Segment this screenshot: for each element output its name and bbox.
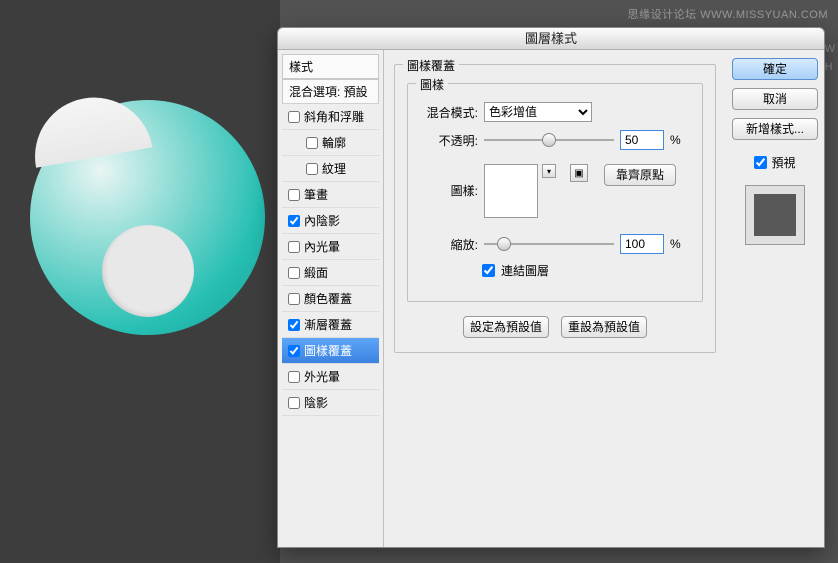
- style-satin-label: 緞面: [304, 264, 328, 281]
- link-layer-check[interactable]: [482, 264, 495, 277]
- watermark: 思缘设计论坛 WWW.MISSYUAN.COM: [628, 6, 828, 22]
- canvas-area: [0, 0, 280, 563]
- dialog-title: 圖層樣式: [278, 28, 824, 50]
- style-gradient-overlay-label: 漸層覆蓋: [304, 316, 352, 333]
- new-style-button[interactable]: 新增樣式...: [732, 118, 818, 140]
- new-preset-icon[interactable]: ▣: [570, 164, 588, 182]
- panel-labels: W H: [825, 40, 835, 76]
- preview-swatch: [745, 185, 805, 245]
- style-stroke-label: 筆畫: [304, 186, 328, 203]
- style-texture-label: 紋理: [322, 160, 346, 177]
- blend-mode-row: 混合模式: 色彩增值: [420, 102, 690, 122]
- style-gradient-overlay[interactable]: 漸層覆蓋: [282, 312, 379, 338]
- scale-slider[interactable]: [484, 236, 614, 252]
- preview-row: 預視: [754, 154, 795, 171]
- scale-row: 縮放: %: [420, 234, 690, 254]
- style-pattern-overlay-check[interactable]: [288, 345, 300, 357]
- style-contour-label: 輪廓: [322, 134, 346, 151]
- opacity-row: 不透明: %: [420, 130, 690, 150]
- style-texture-check[interactable]: [306, 163, 318, 175]
- style-inner-shadow[interactable]: 內陰影: [282, 208, 379, 234]
- styles-header[interactable]: 樣式: [282, 54, 379, 79]
- link-layer-row: 連結圖層: [482, 262, 690, 279]
- opacity-input[interactable]: [620, 130, 664, 150]
- snap-origin-button[interactable]: 靠齊原點: [604, 164, 676, 186]
- style-color-overlay[interactable]: 顏色覆蓋: [282, 286, 379, 312]
- style-color-overlay-check[interactable]: [288, 293, 300, 305]
- artwork-circle: [30, 100, 265, 335]
- percent-sign: %: [670, 133, 681, 147]
- style-bevel-emboss-label: 斜角和浮雕: [304, 108, 364, 125]
- reset-default-button[interactable]: 重設為預設值: [561, 316, 647, 338]
- style-inner-glow[interactable]: 內光暈: [282, 234, 379, 260]
- default-buttons-row: 設定為預設值 重設為預設值: [407, 316, 703, 338]
- style-color-overlay-label: 顏色覆蓋: [304, 290, 352, 307]
- style-drop-shadow-check[interactable]: [288, 397, 300, 409]
- preview-label: 預視: [771, 154, 795, 171]
- style-drop-shadow[interactable]: 陰影: [282, 390, 379, 416]
- style-bevel-emboss[interactable]: 斜角和浮雕: [282, 104, 379, 130]
- pattern-label: 圖樣:: [420, 182, 478, 199]
- style-texture[interactable]: 紋理: [282, 156, 379, 182]
- style-satin[interactable]: 緞面: [282, 260, 379, 286]
- style-outer-glow-check[interactable]: [288, 371, 300, 383]
- opacity-slider[interactable]: [484, 132, 614, 148]
- ok-button[interactable]: 確定: [732, 58, 818, 80]
- style-bevel-emboss-check[interactable]: [288, 111, 300, 123]
- blend-mode-label: 混合模式:: [420, 104, 478, 121]
- make-default-button[interactable]: 設定為預設值: [463, 316, 549, 338]
- style-contour-check[interactable]: [306, 137, 318, 149]
- layer-style-dialog: 圖層樣式 樣式 混合選項: 預設 斜角和浮雕 輪廓 紋理: [277, 27, 825, 548]
- pattern-row: 圖樣: ▾ ▣ 靠齊原點: [420, 164, 690, 218]
- style-satin-check[interactable]: [288, 267, 300, 279]
- style-gradient-overlay-check[interactable]: [288, 319, 300, 331]
- blend-mode-select[interactable]: 色彩增值: [484, 102, 592, 122]
- scale-input[interactable]: [620, 234, 664, 254]
- app-background: 思缘设计论坛 WWW.MISSYUAN.COM W H 圖層樣式 樣式 混合選項…: [0, 0, 838, 563]
- label-w: W: [825, 40, 835, 58]
- pattern-overlay-group: 圖樣覆蓋 圖樣 混合模式: 色彩增值 不透明:: [394, 64, 716, 353]
- style-contour[interactable]: 輪廓: [282, 130, 379, 156]
- style-drop-shadow-label: 陰影: [304, 394, 328, 411]
- cancel-button[interactable]: 取消: [732, 88, 818, 110]
- style-inner-shadow-label: 內陰影: [304, 212, 340, 229]
- style-pattern-overlay-label: 圖樣覆蓋: [304, 342, 352, 359]
- opacity-label: 不透明:: [420, 132, 478, 149]
- styles-list: 樣式 混合選項: 預設 斜角和浮雕 輪廓 紋理 筆畫: [278, 50, 384, 547]
- style-stroke[interactable]: 筆畫: [282, 182, 379, 208]
- pattern-inner-group: 圖樣 混合模式: 色彩增值 不透明:: [407, 83, 703, 302]
- pattern-swatch[interactable]: [484, 164, 538, 218]
- group-label: 圖樣覆蓋: [403, 57, 459, 74]
- link-layer-label: 連結圖層: [501, 262, 549, 279]
- style-outer-glow[interactable]: 外光暈: [282, 364, 379, 390]
- style-stroke-check[interactable]: [288, 189, 300, 201]
- style-pattern-overlay[interactable]: 圖樣覆蓋: [282, 338, 379, 364]
- scale-label: 縮放:: [420, 236, 478, 253]
- style-inner-glow-check[interactable]: [288, 241, 300, 253]
- percent-sign-2: %: [670, 237, 681, 251]
- label-h: H: [825, 58, 835, 76]
- style-outer-glow-label: 外光暈: [304, 368, 340, 385]
- content-area: 圖樣覆蓋 圖樣 混合模式: 色彩增值 不透明:: [384, 50, 726, 547]
- pattern-picker-arrow-icon[interactable]: ▾: [542, 164, 556, 178]
- right-column: 確定 取消 新增樣式... 預視: [726, 50, 824, 547]
- blend-options-row[interactable]: 混合選項: 預設: [282, 79, 379, 104]
- style-inner-shadow-check[interactable]: [288, 215, 300, 227]
- preview-check[interactable]: [754, 156, 767, 169]
- style-inner-glow-label: 內光暈: [304, 238, 340, 255]
- inner-group-label: 圖樣: [416, 76, 448, 93]
